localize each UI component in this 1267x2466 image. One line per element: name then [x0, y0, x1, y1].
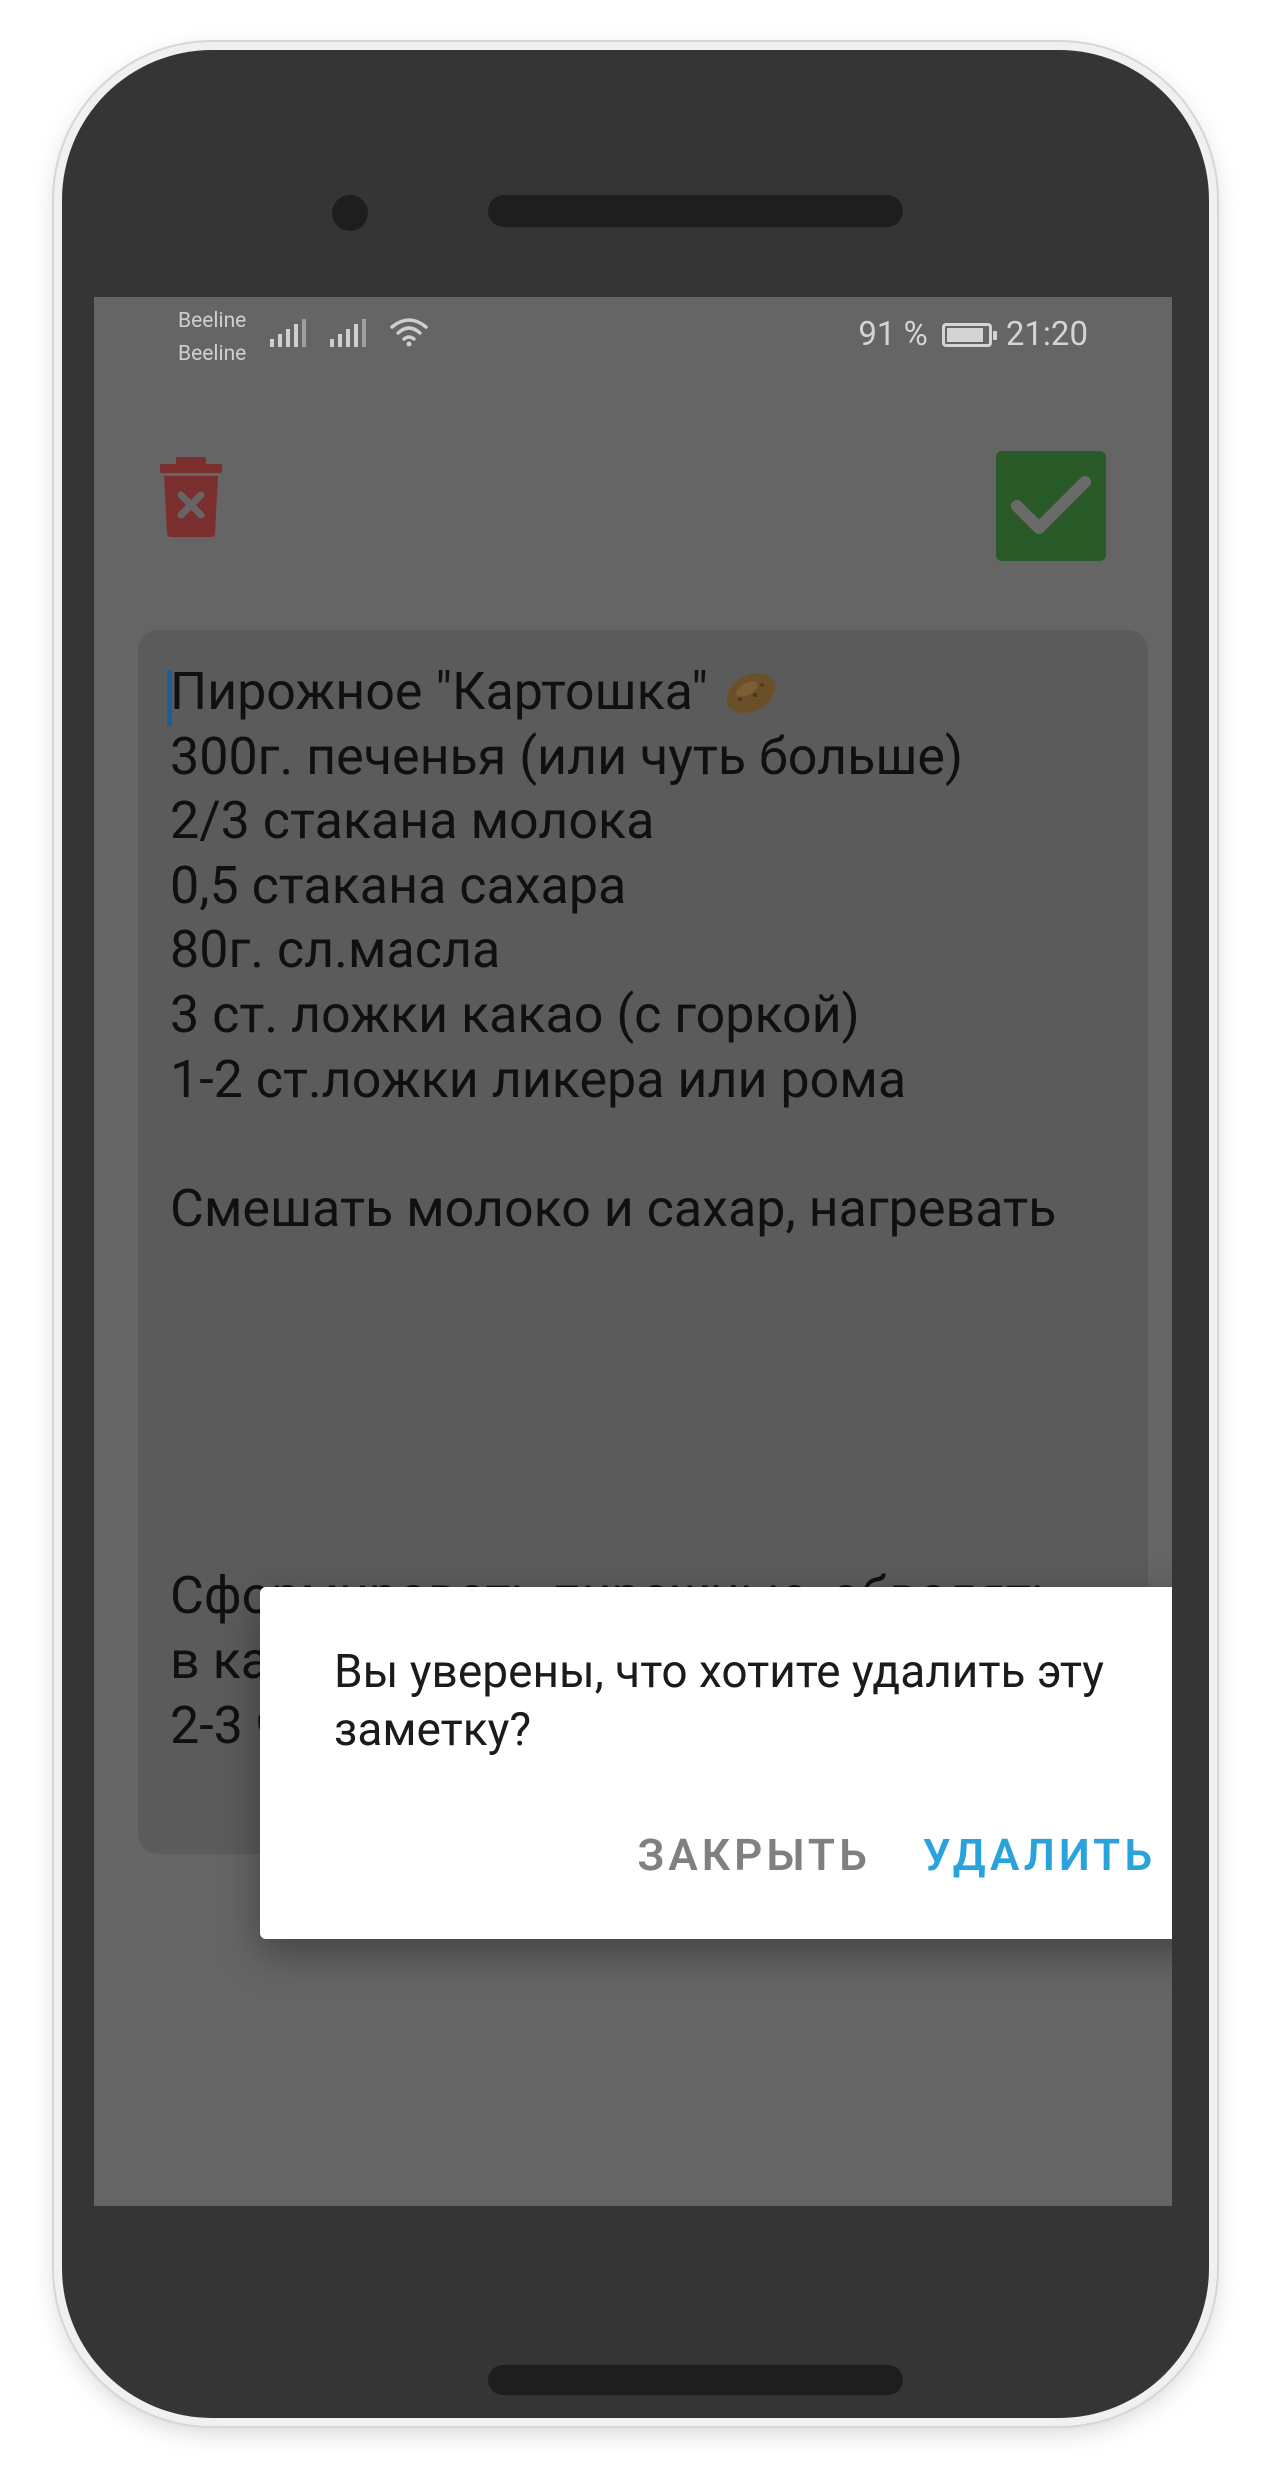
earpiece-speaker — [488, 195, 903, 227]
battery-percent: 91 % — [858, 315, 928, 354]
close-button[interactable]: ЗАКРЫТЬ — [637, 1829, 870, 1881]
bottom-speaker — [488, 2365, 903, 2395]
status-bar: Beeline Beeline 91 % 21:20 — [94, 297, 1172, 377]
signal-icon — [330, 317, 366, 347]
wifi-icon — [390, 318, 428, 347]
trash-icon — [160, 457, 222, 537]
carrier-1: Beeline — [178, 309, 247, 333]
stage: Beeline Beeline 91 % 21:20 Пирожное "Кар… — [0, 0, 1267, 2466]
confirm-delete-button[interactable]: УДАЛИТЬ — [923, 1829, 1156, 1881]
status-right: 91 % 21:20 — [858, 315, 1088, 354]
delete-note-button[interactable] — [160, 457, 222, 537]
signal-icon — [270, 317, 306, 347]
dialog-message: Вы уверены, что хотите удалить эту замет… — [334, 1645, 1104, 1757]
signal-indicators — [270, 317, 428, 347]
app-screen: Beeline Beeline 91 % 21:20 Пирожное "Кар… — [94, 297, 1172, 2206]
battery-icon — [941, 322, 997, 347]
delete-confirm-dialog: Вы уверены, что хотите удалить эту замет… — [260, 1587, 1172, 1939]
save-note-button[interactable] — [996, 451, 1106, 561]
battery-level-fill — [946, 327, 984, 342]
potato-emoji-icon — [726, 672, 776, 714]
clock: 21:20 — [1005, 315, 1088, 354]
note-title: Пирожное "Картошка" — [170, 661, 708, 722]
carrier-2: Beeline — [178, 342, 247, 366]
front-camera — [332, 195, 368, 231]
dialog-actions: ЗАКРЫТЬ УДАЛИТЬ — [637, 1829, 1156, 1881]
carrier-labels: Beeline Beeline — [178, 305, 246, 371]
check-icon — [1011, 476, 1091, 534]
